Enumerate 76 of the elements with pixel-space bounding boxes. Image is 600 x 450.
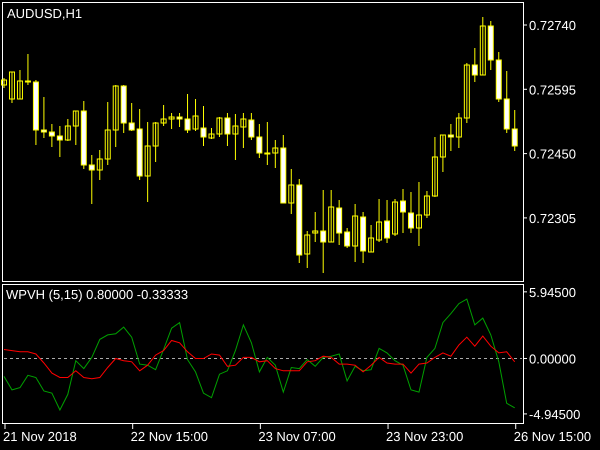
candlestick (72, 110, 79, 146)
candlestick (368, 224, 374, 252)
candlestick (120, 84, 127, 134)
candlestick (16, 70, 23, 100)
candlestick (56, 126, 63, 158)
price-label: 0.72740 (529, 18, 576, 33)
candlestick (504, 70, 510, 134)
candlestick (88, 154, 95, 204)
candlestick (248, 112, 254, 140)
indicator-title: WPVH (5,15) 0.80000 -0.33333 (6, 287, 188, 302)
candlestick (448, 124, 454, 152)
candlestick (416, 182, 422, 246)
candlestick (32, 80, 39, 146)
axis-label: 0.00000 (529, 351, 576, 366)
axis-label: -4.94500 (529, 406, 580, 422)
axis-label: 5.94500 (529, 284, 576, 300)
time-label: 21 Nov 2018 (3, 429, 77, 444)
candlestick (344, 228, 350, 248)
candlestick (104, 102, 111, 166)
candlestick (304, 230, 310, 268)
candlestick (480, 16, 486, 76)
candlestick (408, 192, 414, 234)
price-label: 0.72450 (529, 146, 576, 162)
candlestick (360, 212, 366, 264)
candlestick (64, 118, 71, 142)
time-label: 23 Nov 23:00 (386, 429, 464, 444)
candlestick (160, 104, 167, 126)
candlestick (288, 168, 294, 214)
candlestick (152, 122, 159, 162)
candlestick (184, 94, 191, 134)
candlestick (472, 48, 478, 82)
candlestick (136, 108, 143, 180)
candlestick (1, 78, 7, 88)
candlestick (264, 122, 270, 166)
candlestick (384, 200, 390, 244)
price-label: 0.72305 (529, 210, 576, 226)
candlestick (8, 72, 15, 104)
candlestick (240, 112, 246, 148)
time-label: 26 Nov 15:00 (514, 429, 592, 444)
symbol-title: AUDUSD,H1 (7, 6, 82, 21)
candlestick (496, 52, 502, 102)
candlestick (272, 140, 278, 168)
candlestick (232, 114, 238, 160)
candlestick (192, 98, 199, 132)
time-label: 23 Nov 07:00 (258, 429, 336, 444)
candlestick (280, 134, 286, 204)
candlestick (128, 102, 135, 132)
candlestick (336, 200, 342, 246)
candlestick (80, 100, 87, 170)
candlestick (392, 198, 398, 236)
candlestick (352, 204, 358, 262)
candlestick (200, 106, 206, 146)
candlestick (376, 198, 382, 242)
time-label: 22 Nov 15:00 (130, 429, 208, 444)
candlestick (312, 212, 318, 242)
price-label: 0.72595 (529, 82, 576, 98)
candlestick (440, 134, 446, 172)
candlestick (432, 136, 438, 198)
candlestick (488, 20, 494, 70)
candlestick (512, 110, 518, 152)
candlestick (208, 128, 214, 140)
candlestick (424, 190, 430, 218)
candlestick (24, 54, 31, 86)
candlestick (456, 112, 462, 148)
candlestick (176, 112, 183, 128)
candlestick (328, 190, 334, 242)
candlestick (256, 124, 262, 158)
candlestick (216, 116, 222, 138)
candlestick (40, 96, 47, 138)
candlestick (112, 84, 119, 148)
candlestick (96, 150, 103, 180)
candlestick (224, 112, 230, 146)
candlestick (400, 188, 406, 234)
candlestick (464, 62, 470, 124)
candlestick (168, 112, 175, 130)
candlestick (48, 124, 55, 148)
